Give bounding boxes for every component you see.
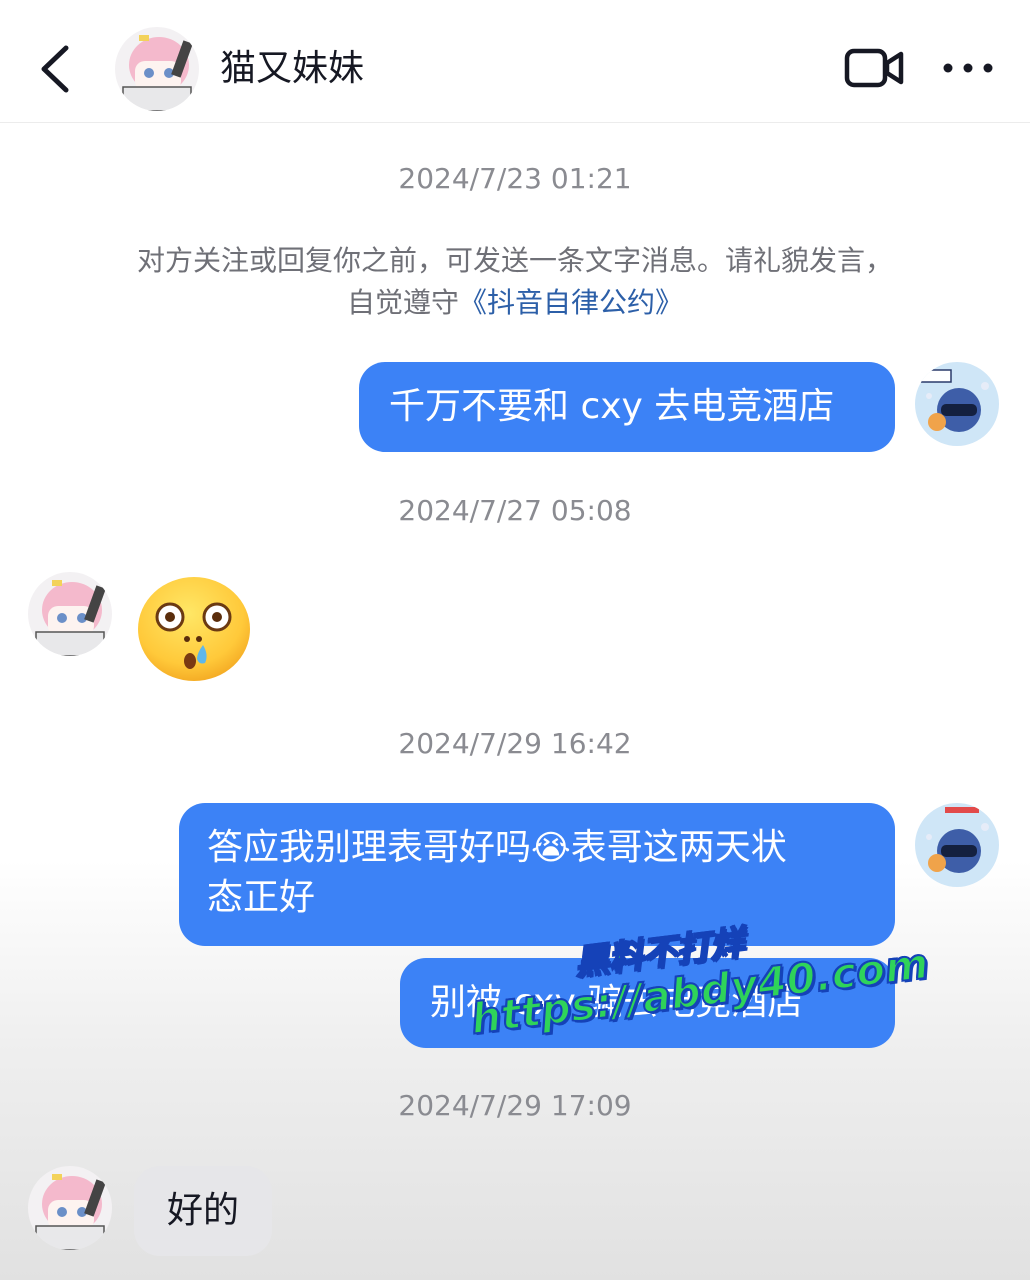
- message-timestamp: 2024/7/23 01:21: [398, 162, 632, 195]
- face-with-open-mouth-icon: [138, 577, 250, 681]
- message-timestamp: 2024/7/29 17:09: [398, 1089, 632, 1122]
- video-camera-icon: [844, 48, 904, 88]
- contact-name: 猫又妹妹: [220, 48, 365, 89]
- more-options-button[interactable]: [940, 56, 996, 80]
- more-horizontal-icon: [943, 63, 993, 73]
- message-timestamp: 2024/7/27 05:08: [398, 494, 632, 527]
- message-text: 好的: [166, 1190, 239, 1231]
- chat-header: 猫又妹妹: [0, 0, 1030, 123]
- received-message-bubble[interactable]: 好的: [134, 1166, 272, 1256]
- message-text: 答应我别理表哥好吗: [207, 827, 532, 868]
- community-guidelines-link[interactable]: 《抖音自律公约》: [459, 286, 683, 319]
- video-call-button[interactable]: [843, 46, 905, 90]
- message-timestamp: 2024/7/29 16:42: [398, 727, 632, 760]
- message-text: 千万不要和 cxy 去电竞酒店: [389, 386, 835, 427]
- message-text: 别被 cxy 骗去电竞酒店: [430, 982, 804, 1023]
- notice-text-line1: 对方关注或回复你之前，可发送一条文字消息。请礼貌发言，: [136, 244, 893, 277]
- back-button[interactable]: [30, 38, 80, 100]
- loudly-crying-face-icon: 😭: [531, 828, 571, 868]
- notice-text-line2: 自觉遵守《抖音自律公约》: [100, 282, 930, 324]
- my-avatar[interactable]: [915, 362, 999, 446]
- message-text-line1: 答应我别理表哥好吗😭表哥这两天状: [207, 823, 867, 873]
- chevron-left-icon: [41, 45, 69, 93]
- contact-avatar[interactable]: [115, 27, 199, 111]
- message-text: 表哥这两天状: [570, 827, 787, 868]
- sent-message-bubble[interactable]: 千万不要和 cxy 去电竞酒店: [359, 362, 895, 452]
- sent-message-bubble[interactable]: 答应我别理表哥好吗😭表哥这两天状 态正好: [179, 803, 895, 946]
- contact-avatar[interactable]: [28, 572, 112, 656]
- notice-text-prefix: 自觉遵守: [346, 286, 459, 319]
- contact-avatar[interactable]: [28, 1166, 112, 1250]
- system-notice: 对方关注或回复你之前，可发送一条文字消息。请礼貌发言， 自觉遵守《抖音自律公约》: [100, 240, 930, 324]
- my-avatar[interactable]: [915, 803, 999, 887]
- sent-message-bubble[interactable]: 别被 cxy 骗去电竞酒店: [400, 958, 895, 1048]
- received-emoji-message[interactable]: [135, 575, 253, 683]
- message-text-line2: 态正好: [207, 877, 316, 918]
